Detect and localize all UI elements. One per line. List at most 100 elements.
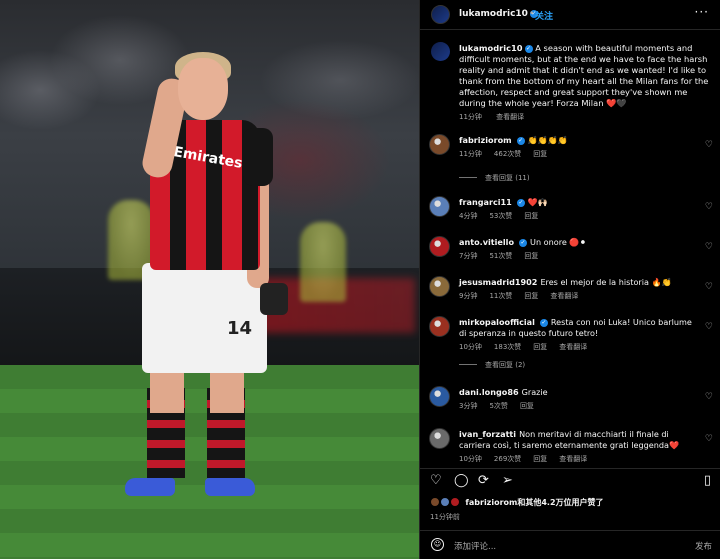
avatar[interactable] — [431, 42, 450, 61]
leg — [150, 368, 184, 413]
comment-username[interactable]: dani.longo86 — [459, 387, 519, 397]
header-username[interactable]: lukamodric10 ✓ — [459, 9, 538, 19]
follow-button[interactable]: 关注 — [535, 9, 553, 22]
leg — [210, 368, 244, 413]
comment-text: anto.vitiello ✓ Un onore 🔴⚫ — [459, 237, 694, 248]
comment-body: ❤️🙌🏻 — [527, 197, 548, 207]
comment-meta: 11分钟 462次赞 回复 — [459, 149, 559, 159]
comment-username[interactable]: fabriziorom — [459, 135, 512, 145]
comment-like-icon[interactable]: ♡ — [705, 392, 713, 402]
comment-like-icon[interactable]: ♡ — [705, 140, 713, 150]
share-icon[interactable]: ⟳ — [478, 473, 489, 488]
comment-username[interactable]: mirkopaloofficial — [459, 317, 535, 327]
timestamp[interactable]: 7分钟 — [459, 252, 477, 260]
shirt-number: 14 — [227, 318, 253, 339]
comment-text: jesusmadrid1902 Eres el mejor de la histo… — [459, 277, 694, 288]
avatar[interactable] — [429, 428, 450, 449]
heart-icon[interactable]: ♡ — [430, 473, 442, 488]
boot — [205, 478, 255, 496]
comment-like-icon[interactable]: ♡ — [705, 282, 713, 292]
like-count[interactable]: 183次赞 — [494, 343, 521, 351]
timestamp[interactable]: 3分钟 — [459, 402, 477, 410]
reply-button[interactable]: 回复 — [533, 455, 547, 463]
avatar — [439, 497, 450, 507]
timestamp[interactable]: 9分钟 — [459, 292, 477, 300]
post-header: lukamodric10 ✓ • 关注 ··· — [420, 0, 720, 30]
avatar[interactable] — [429, 196, 450, 217]
translate-button[interactable]: 查看翻译 — [550, 292, 578, 300]
avatar[interactable] — [429, 276, 450, 297]
comment-body: Grazie — [521, 387, 548, 397]
comment-body: Eres el mejor de la historia 🔥👏 — [540, 277, 672, 287]
view-replies-button[interactable]: 查看回复 (11) — [459, 173, 530, 183]
gloves — [260, 283, 288, 315]
action-bar: ♡ ◯ ⟳ ➢ ▯ — [420, 468, 720, 494]
translate-button[interactable]: 查看翻译 — [559, 455, 587, 463]
comment-body: 👏👏👏👏 — [527, 135, 568, 145]
comment-username[interactable]: ivan_forzatti — [459, 429, 516, 439]
like-count[interactable]: 51次赞 — [489, 252, 512, 260]
timestamp[interactable]: 4分钟 — [459, 212, 477, 220]
likes-summary[interactable]: fabriziorom和其他4.2万位用户赞了 — [430, 497, 604, 508]
comment-like-icon[interactable]: ♡ — [705, 242, 713, 252]
like-count[interactable]: 53次赞 — [489, 212, 512, 220]
post-side-panel: lukamodric10 ✓ • 关注 ··· lukamodric10 ✓ A s… — [419, 0, 720, 559]
avatar — [430, 497, 440, 507]
reply-button[interactable]: 回复 — [533, 343, 547, 351]
boot — [125, 478, 175, 496]
reply-button[interactable]: 回复 — [533, 150, 547, 158]
like-count[interactable]: 462次赞 — [494, 150, 521, 158]
comment-like-icon[interactable]: ♡ — [705, 202, 713, 212]
timestamp[interactable]: 10分钟 — [459, 455, 482, 463]
username[interactable]: lukamodric10 — [459, 9, 528, 19]
comment-body: Un onore 🔴⚫ — [530, 237, 587, 247]
view-replies-button[interactable]: 查看回复 (2) — [459, 360, 525, 370]
reply-button[interactable]: 回复 — [524, 252, 538, 260]
reply-button[interactable]: 回复 — [524, 212, 538, 220]
avatar — [449, 497, 460, 507]
likes-text[interactable]: fabriziorom和其他4.2万位用户赞了 — [465, 498, 603, 507]
avatar[interactable] — [429, 386, 450, 407]
bookmark-icon[interactable]: ▯ — [704, 473, 711, 488]
reply-button[interactable]: 回复 — [524, 292, 538, 300]
post-image[interactable]: 14 Emirates — [0, 0, 419, 559]
comment-icon[interactable]: ◯ — [454, 473, 469, 488]
timestamp[interactable]: 10分钟 — [459, 343, 482, 351]
like-count[interactable]: 11次赞 — [489, 292, 512, 300]
verified-badge-icon: ✓ — [516, 137, 525, 145]
player-figure: 14 Emirates — [95, 48, 315, 508]
verified-badge-icon: ✓ — [524, 45, 533, 53]
avatar[interactable] — [429, 236, 450, 257]
comment-meta: 7分钟 51次赞 回复 — [459, 251, 550, 261]
comment-username[interactable]: anto.vitiello — [459, 237, 514, 247]
comment-text: dani.longo86 Grazie — [459, 387, 694, 398]
verified-badge-icon: ✓ — [539, 319, 548, 327]
add-comment-bar: ☺ 添加评论... 发布 — [420, 530, 720, 559]
like-count[interactable]: 5次赞 — [489, 402, 507, 410]
caption-username[interactable]: lukamodric10 — [459, 43, 523, 53]
timestamp[interactable]: 11分钟 — [459, 113, 482, 121]
comment-input[interactable]: 添加评论... — [454, 540, 496, 552]
like-count[interactable]: 269次赞 — [494, 455, 521, 463]
comment-text: fabriziorom ✓ 👏👏👏👏 — [459, 135, 694, 146]
avatar[interactable] — [431, 5, 450, 24]
comment-like-icon[interactable]: ♡ — [705, 434, 713, 444]
comment-text: ivan_forzatti Non meritavi di macchiarti … — [459, 429, 694, 451]
comment-meta: 10分钟 183次赞 回复 查看翻译 — [459, 342, 599, 352]
caption-text: lukamodric10 ✓ A season with beautiful mo… — [459, 43, 709, 109]
post-button[interactable]: 发布 — [695, 540, 712, 552]
translate-button[interactable]: 查看翻译 — [559, 343, 587, 351]
timestamp[interactable]: 11分钟 — [459, 150, 482, 158]
translate-button[interactable]: 查看翻译 — [496, 113, 524, 121]
more-options-icon[interactable]: ··· — [695, 5, 709, 19]
comment-username[interactable]: frangarci11 — [459, 197, 512, 207]
avatar[interactable] — [429, 134, 450, 155]
reply-button[interactable]: 回复 — [520, 402, 534, 410]
comment-username[interactable]: jesusmadrid1902 — [459, 277, 537, 287]
comment-meta: 9分钟 11次赞 回复 查看翻译 — [459, 291, 590, 301]
emoji-icon[interactable]: ☺ — [431, 538, 444, 551]
send-icon[interactable]: ➢ — [502, 473, 513, 488]
comment-text: mirkopaloofficial ✓ Resta con noi Luka! Un… — [459, 317, 694, 339]
comment-like-icon[interactable]: ♡ — [705, 322, 713, 332]
avatar[interactable] — [429, 316, 450, 337]
